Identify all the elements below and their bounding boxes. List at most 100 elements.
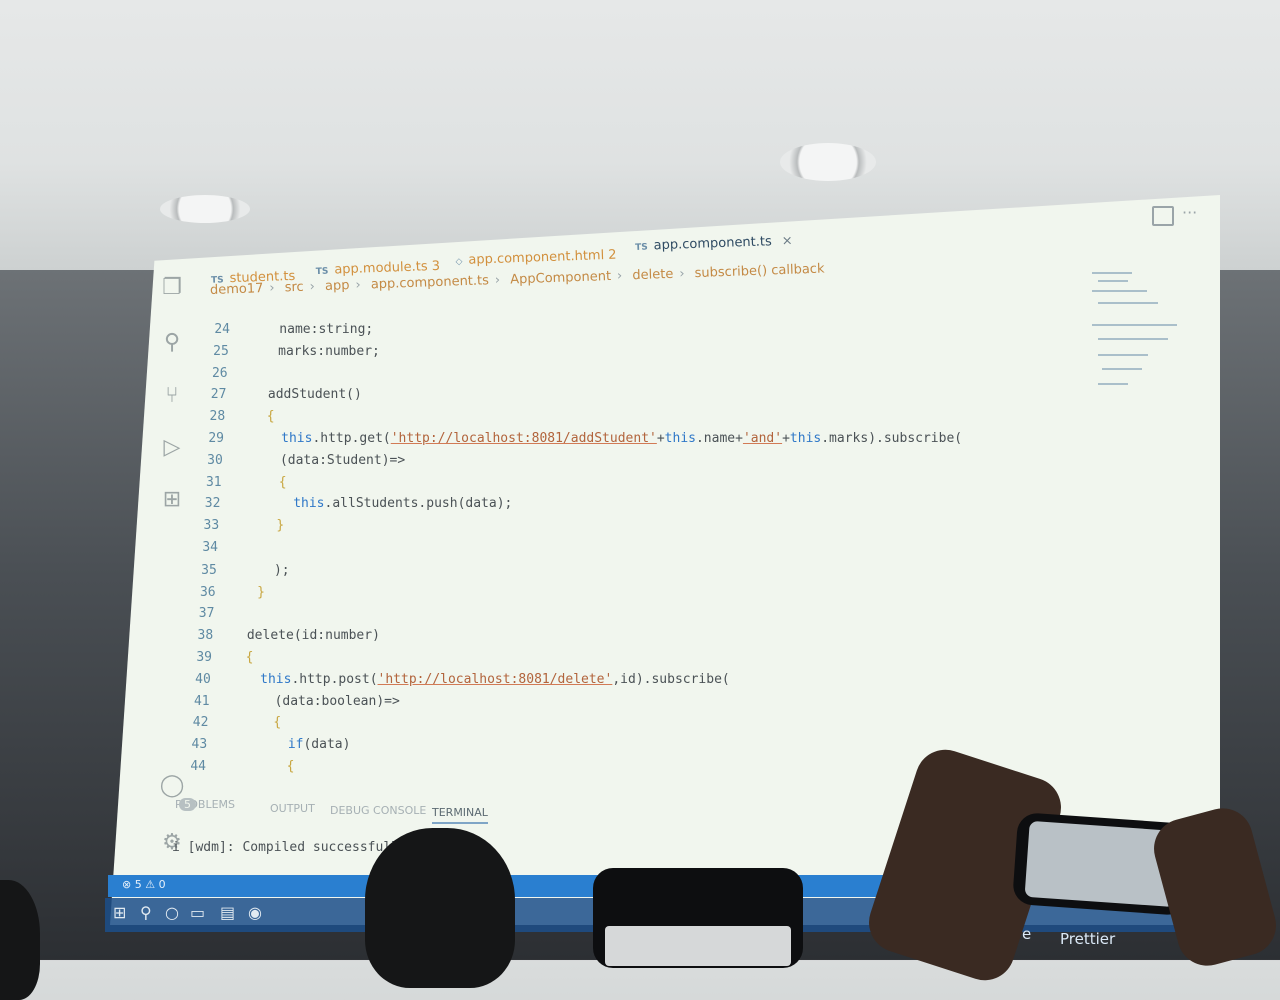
code-line[interactable]: 29 this.http.get('http://localhost:8081/…	[194, 431, 962, 451]
line-number: 25	[213, 343, 229, 359]
code-text: {	[286, 759, 295, 774]
minimap-line	[1098, 302, 1158, 304]
audience-head	[365, 828, 515, 988]
line-number: 34	[202, 540, 218, 555]
extensions-icon[interactable]: ⊞	[159, 487, 185, 513]
line-number: 43	[191, 737, 208, 753]
close-icon[interactable]: ×	[781, 233, 792, 248]
breadcrumb-item[interactable]: src	[284, 280, 303, 296]
code-line[interactable]: 30 (data:Student)=>	[193, 453, 405, 473]
breadcrumb-item[interactable]: app	[325, 278, 350, 294]
code-text: name:string;	[248, 322, 374, 337]
tab-terminal[interactable]: TERMINAL	[432, 806, 488, 824]
task-view-icon[interactable]: ▭	[190, 904, 208, 922]
code-line[interactable]: 40 this.http.post('http://localhost:8081…	[181, 672, 730, 692]
code-line[interactable]: 27 addStudent()	[196, 387, 362, 407]
code-line[interactable]: 32 this.allStudents.push(data);	[190, 496, 513, 516]
line-number: 31	[205, 474, 222, 490]
source-control-icon[interactable]: ⑂	[159, 383, 185, 409]
breadcrumb-item[interactable]: demo17	[210, 281, 264, 298]
code-line[interactable]: 28 {	[195, 409, 275, 429]
chevron-right-icon: ›	[679, 266, 685, 282]
ceiling-lamp-center	[780, 143, 876, 181]
code-text: }	[257, 584, 265, 600]
code-line[interactable]: 35 );	[187, 562, 290, 583]
code-text: this.http.post('http://localhost:8081/de…	[260, 671, 730, 687]
code-text: addStudent()	[244, 387, 362, 403]
line-number: 42	[192, 715, 209, 731]
search-icon[interactable]: ⚲	[159, 330, 185, 356]
run-debug-icon[interactable]: ▷	[159, 435, 185, 461]
line-number: 30	[207, 452, 223, 468]
tab-output[interactable]: OUTPUT	[270, 802, 315, 815]
ceiling-lamp-left	[160, 195, 250, 223]
ts-file-icon: TS	[634, 242, 648, 253]
line-number: 33	[203, 518, 220, 534]
code-text: if(data)	[287, 737, 351, 753]
line-number: 38	[197, 628, 214, 644]
code-line[interactable]: 31 {	[192, 475, 287, 495]
code-line[interactable]: 26	[198, 366, 246, 386]
line-number: 32	[204, 496, 221, 512]
code-line[interactable]: 36 }	[186, 585, 265, 605]
minimap-line	[1102, 368, 1142, 370]
code-line[interactable]: 25 marks:number;	[199, 344, 380, 364]
code-line[interactable]: 38 delete(id:number)	[183, 628, 380, 648]
code-text: {	[266, 409, 275, 425]
code-line[interactable]: 39 {	[182, 650, 253, 670]
phone-screen	[605, 926, 791, 966]
windows-start-icon[interactable]: ⊞	[113, 904, 131, 922]
ts-file-icon: TS	[315, 266, 329, 278]
file-explorer-icon[interactable]: ▤	[220, 904, 238, 922]
line-number: 44	[190, 759, 206, 774]
line-number: 24	[214, 322, 230, 337]
code-text: {	[245, 650, 254, 665]
code-text: this.http.get('http://localhost:8081/add…	[281, 431, 963, 446]
breadcrumb-item[interactable]: delete	[632, 267, 673, 283]
code-line[interactable]: 43 if(data)	[177, 737, 351, 757]
minimap-line	[1098, 280, 1128, 282]
chevron-right-icon: ›	[355, 277, 361, 293]
minimap-line	[1098, 338, 1168, 340]
prettier-status[interactable]: Prettier	[1060, 930, 1115, 948]
chevron-right-icon: ›	[269, 280, 275, 296]
tab-app-component-ts[interactable]: TS app.component.ts ×	[635, 233, 793, 253]
code-text: (data:boolean)=>	[227, 693, 400, 709]
code-text: );	[234, 562, 290, 578]
audience-head	[0, 880, 40, 1000]
problems-count-badge: 5	[179, 798, 196, 811]
code-text: }	[276, 518, 285, 534]
cortana-icon[interactable]: ○	[165, 904, 183, 922]
minimap-line	[1098, 383, 1128, 385]
files-icon[interactable]: ❐	[159, 275, 185, 301]
audience-hand	[1147, 801, 1280, 973]
line-number: 28	[209, 409, 226, 425]
code-line[interactable]: 37	[184, 606, 232, 626]
code-line[interactable]: 34	[188, 540, 236, 560]
code-text: marks:number;	[246, 343, 380, 359]
line-number: 35	[201, 562, 217, 578]
chrome-icon[interactable]: ◉	[248, 904, 266, 922]
line-number: 40	[195, 671, 211, 687]
code-line[interactable]: 44 {	[176, 759, 294, 779]
minimap-line	[1092, 290, 1147, 292]
search-icon[interactable]: ⚲	[140, 904, 158, 922]
code-line[interactable]: 41 (data:boolean)=>	[180, 694, 400, 714]
code-text: {	[278, 474, 287, 490]
line-number: 29	[208, 431, 224, 446]
minimap-line	[1098, 354, 1148, 356]
line-number: 36	[199, 584, 216, 600]
foreground-phone	[593, 868, 803, 968]
problems-status[interactable]: ⊗ 5 ⚠ 0	[122, 878, 166, 891]
code-line[interactable]: 42 {	[178, 715, 281, 735]
chevron-right-icon: ›	[309, 279, 316, 295]
minimap[interactable]	[1092, 268, 1182, 398]
minimap-line	[1092, 272, 1132, 274]
chevron-right-icon: ›	[494, 272, 501, 289]
html-file-icon: ◇	[455, 257, 463, 268]
code-line[interactable]: 24 name:string;	[200, 322, 373, 342]
code-line[interactable]: 33 }	[189, 518, 285, 538]
tab-debug-console[interactable]: DEBUG CONSOLE	[330, 804, 426, 817]
line-number: 39	[196, 650, 212, 665]
line-number: 27	[210, 387, 227, 403]
